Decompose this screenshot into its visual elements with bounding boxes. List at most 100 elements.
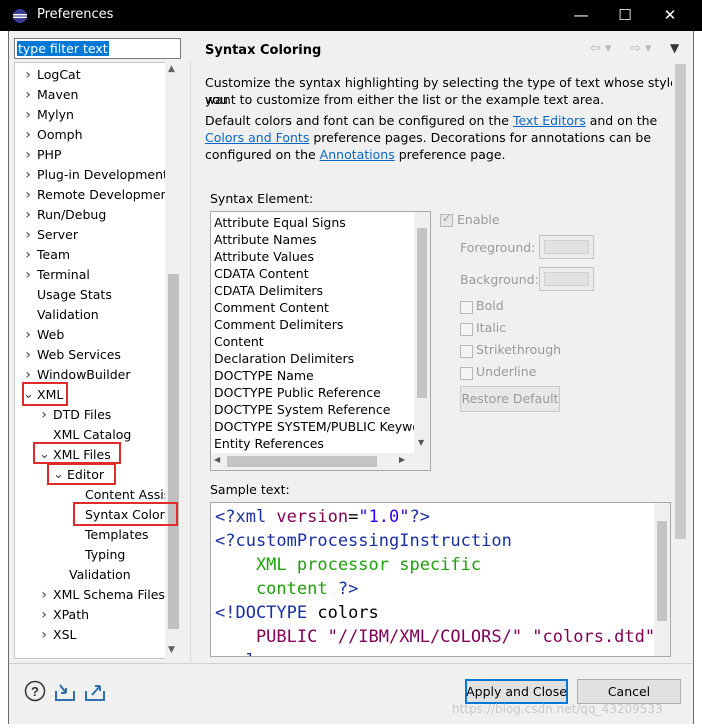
- chevron-right-icon[interactable]: ›: [23, 345, 33, 365]
- tree-scroll-thumb[interactable]: [168, 274, 179, 629]
- tree-item-label: Mylyn: [37, 107, 74, 122]
- sample-text-area[interactable]: <?xml version="1.0"?> <?customProcessing…: [210, 502, 671, 657]
- tree-item-label: Typing: [85, 547, 126, 562]
- panel-divider: [190, 62, 191, 662]
- syntax-element-item[interactable]: Declaration Delimiters: [214, 350, 354, 367]
- background-color-button[interactable]: [539, 267, 594, 291]
- strikethrough-checkbox[interactable]: [460, 345, 473, 358]
- syntax-list-hscroll[interactable]: ◀ ▶: [211, 453, 430, 470]
- syntax-element-item[interactable]: Comment Content: [214, 299, 329, 316]
- syntax-element-item[interactable]: Entity References: [214, 435, 324, 452]
- chevron-right-icon[interactable]: ›: [39, 405, 49, 425]
- chevron-right-icon[interactable]: ›: [23, 85, 33, 105]
- forward-icon[interactable]: ⇨ ▾: [630, 41, 652, 56]
- chevron-right-icon[interactable]: ›: [23, 105, 33, 125]
- export-icon[interactable]: [84, 681, 106, 703]
- colors-and-fonts-link[interactable]: Colors and Fonts: [205, 130, 309, 145]
- syntax-element-item[interactable]: Comment Delimiters: [214, 316, 343, 333]
- view-menu-icon[interactable]: ▼: [670, 41, 679, 55]
- italic-checkbox[interactable]: [460, 323, 473, 336]
- page-title: Syntax Coloring: [205, 43, 322, 58]
- page-scroll-thumb[interactable]: [675, 64, 686, 539]
- chevron-right-icon[interactable]: ›: [23, 145, 33, 165]
- filter-text: type filter text: [17, 41, 109, 56]
- chevron-right-icon[interactable]: ›: [23, 265, 33, 285]
- syntax-element-item[interactable]: Attribute Equal Signs: [214, 214, 346, 231]
- scroll-down-icon[interactable]: ▼: [168, 645, 175, 655]
- chevron-right-icon[interactable]: ›: [23, 65, 33, 85]
- syntax-element-item[interactable]: Content: [214, 333, 264, 350]
- syntax-element-item[interactable]: CDATA Delimiters: [214, 282, 323, 299]
- tree-item-label: Validation: [37, 307, 99, 322]
- syntax-list-vscroll[interactable]: ▼: [414, 212, 430, 453]
- defaults-paragraph-line-3: configured on the Annotations preference…: [205, 146, 506, 163]
- syntax-element-list[interactable]: Attribute Equal Signs Attribute Names Attr…: [210, 211, 431, 471]
- tree-item-label: PHP: [37, 147, 62, 162]
- highlight-syntax-coloring: [73, 502, 178, 526]
- syntax-element-label: Syntax Element:: [210, 191, 314, 206]
- foreground-color-button[interactable]: [539, 235, 594, 259]
- tree-item-label: Usage Stats: [37, 287, 112, 302]
- syntax-element-item[interactable]: Attribute Names: [214, 231, 317, 248]
- bold-checkbox[interactable]: [460, 301, 473, 314]
- tree-item-label: Maven: [37, 87, 79, 102]
- restore-default-button[interactable]: Restore Default: [460, 386, 560, 412]
- close-button[interactable]: ✕: [655, 4, 685, 26]
- syntax-element-item[interactable]: DOCTYPE Name: [214, 367, 314, 384]
- apply-and-close-button[interactable]: Apply and Close: [465, 679, 568, 704]
- sample-line: <?xml version="1.0"?>: [215, 507, 430, 527]
- import-icon[interactable]: [54, 681, 76, 703]
- highlight-xml: [22, 382, 68, 406]
- back-icon[interactable]: ⇦ ▾: [590, 41, 612, 56]
- preferences-tree: › LogCat › Maven › Mylyn › Oomph › PHP › Plug-in De…: [14, 62, 182, 659]
- syntax-element-item[interactable]: DOCTYPE SYSTEM/PUBLIC Keyword: [214, 418, 430, 435]
- sample-text-label: Sample text:: [210, 482, 290, 497]
- tree-item-label: Validation: [69, 567, 131, 582]
- chevron-right-icon[interactable]: ›: [23, 245, 33, 265]
- chevron-right-icon[interactable]: ›: [39, 585, 49, 605]
- syntax-element-item[interactable]: CDATA Content: [214, 265, 309, 282]
- tree-item-label: XML Schema Files: [53, 587, 165, 602]
- syntax-element-item[interactable]: DOCTYPE Public Reference: [214, 384, 381, 401]
- scroll-right-icon[interactable]: ▶: [399, 455, 405, 464]
- defaults-paragraph-line-1: Default colors and font can be configure…: [205, 112, 657, 129]
- scroll-up-icon[interactable]: ▲: [168, 64, 175, 74]
- scroll-left-icon[interactable]: ◀: [214, 455, 220, 464]
- sample-vscroll[interactable]: [654, 503, 670, 656]
- page-header: Syntax Coloring ⇦ ▾ ⇨ ▾ ▼: [194, 36, 689, 66]
- chevron-right-icon[interactable]: ›: [23, 205, 33, 225]
- cancel-button[interactable]: Cancel: [577, 679, 681, 704]
- chevron-right-icon[interactable]: ›: [23, 185, 33, 205]
- syntax-list-vthumb[interactable]: [417, 228, 427, 398]
- sample-vthumb[interactable]: [657, 521, 667, 621]
- tree-item-label: DTD Files: [53, 407, 112, 422]
- syntax-element-item[interactable]: Attribute Values: [214, 248, 314, 265]
- help-icon[interactable]: ?: [24, 680, 46, 702]
- tree-item-label: Oomph: [37, 127, 83, 142]
- text-editors-link[interactable]: Text Editors: [513, 113, 586, 128]
- chevron-right-icon[interactable]: ›: [23, 225, 33, 245]
- scroll-down-icon[interactable]: ▼: [418, 438, 424, 447]
- chevron-right-icon[interactable]: ›: [23, 165, 33, 185]
- underline-checkbox[interactable]: [460, 367, 473, 380]
- chevron-right-icon[interactable]: ›: [23, 125, 33, 145]
- tree-item-label: Web: [37, 327, 65, 342]
- syntax-element-item[interactable]: DOCTYPE System Reference: [214, 401, 390, 418]
- chevron-right-icon[interactable]: ›: [39, 605, 49, 625]
- title-bar: Preferences — ☐ ✕: [0, 0, 702, 31]
- enable-checkbox[interactable]: ✓: [440, 212, 453, 227]
- filter-input[interactable]: type filter text: [14, 38, 181, 59]
- chevron-right-icon[interactable]: ›: [23, 325, 33, 345]
- sample-line: <!DOCTYPE colors: [215, 603, 379, 623]
- tree-item-label: Plug-in Development: [37, 167, 168, 182]
- highlight-editor: [47, 463, 116, 485]
- tree-item-label: Terminal: [37, 267, 90, 282]
- window-title: Preferences: [37, 7, 114, 22]
- syntax-list-hthumb[interactable]: [227, 456, 377, 467]
- maximize-button[interactable]: ☐: [610, 4, 640, 26]
- defaults-paragraph-line-2: Colors and Fonts preference pages. Decor…: [205, 129, 651, 146]
- minimize-button[interactable]: —: [566, 4, 596, 26]
- annotations-link[interactable]: Annotations: [320, 147, 395, 162]
- underline-label: Underline: [476, 364, 537, 379]
- chevron-right-icon[interactable]: ›: [39, 625, 49, 645]
